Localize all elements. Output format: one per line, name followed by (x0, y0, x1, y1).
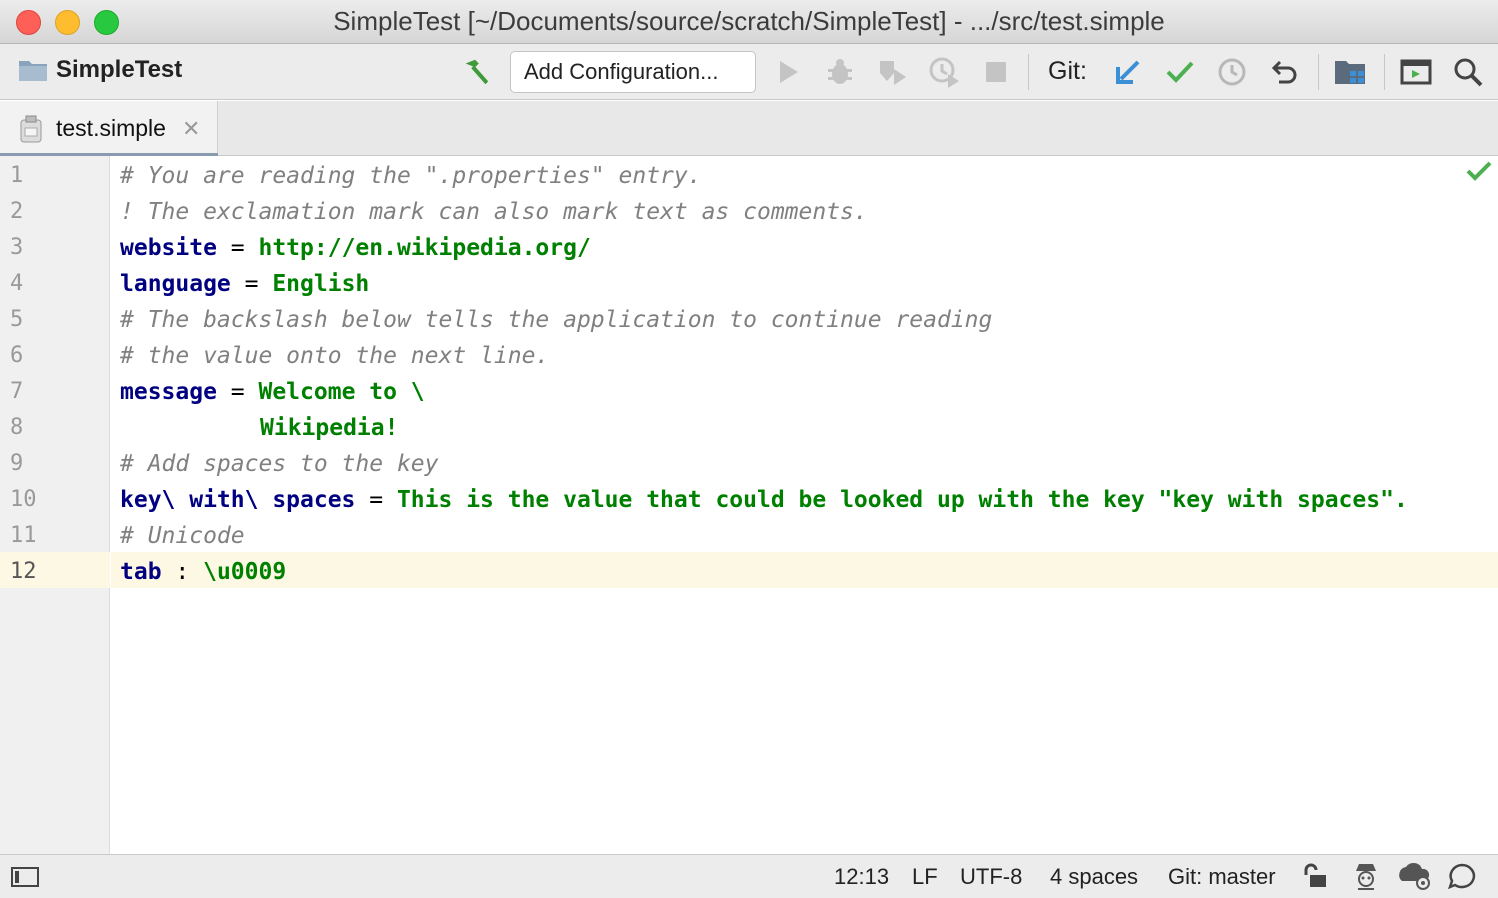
line-number: 7 (10, 379, 24, 404)
build-hammer-icon[interactable] (460, 56, 492, 88)
line-number: 12 (10, 559, 37, 584)
event-settings-icon[interactable] (1398, 861, 1432, 891)
comment-text: ! The exclamation mark can also mark tex… (120, 199, 868, 225)
tab-test-simple[interactable]: test.simple ✕ (0, 101, 218, 157)
tool-window-toggle-icon[interactable] (10, 865, 40, 889)
key-value-separator: = (216, 379, 259, 405)
toolbar-separator (1384, 54, 1385, 90)
line-number: 4 (10, 271, 24, 296)
line-number: 3 (10, 235, 24, 260)
stop-icon[interactable] (980, 56, 1012, 88)
key-value-separator: : (161, 559, 204, 585)
key-value-separator: = (230, 271, 273, 297)
main-toolbar: SimpleTest Add Configuration... Git: (0, 44, 1498, 100)
git-update-arrow-icon[interactable] (1112, 56, 1144, 88)
key-value-separator: = (355, 487, 397, 513)
git-commit-check-icon[interactable] (1164, 56, 1196, 88)
toolbar-separator (1028, 54, 1029, 90)
git-branch[interactable]: Git: master (1168, 864, 1276, 890)
property-value: Welcome to \ (258, 379, 425, 405)
inspection-ok-check-icon[interactable] (1466, 160, 1492, 182)
zoom-window-button[interactable] (94, 10, 119, 35)
line-number: 1 (10, 163, 24, 188)
property-value: This is the value that could be looked u… (396, 487, 1408, 513)
property-value: http://en.wikipedia.org/ (258, 235, 591, 261)
window-controls (16, 10, 119, 35)
close-tab-icon[interactable]: ✕ (182, 116, 200, 142)
property-key: key\ with\ spaces (120, 487, 356, 513)
file-icon (20, 115, 42, 142)
comment-text: # Add spaces to the key (120, 451, 439, 477)
git-history-clock-icon[interactable] (1216, 56, 1248, 88)
git-rollback-icon[interactable] (1268, 56, 1300, 88)
run-icon[interactable] (772, 56, 804, 88)
status-bar: 12:13 LF UTF-8 4 spaces Git: master (0, 854, 1498, 898)
code-line[interactable]: # You are reading the ".properties" entr… (120, 158, 702, 194)
window-title: SimpleTest [~/Documents/source/scratch/S… (333, 6, 1165, 36)
property-key: message (120, 379, 217, 405)
line-number: 2 (10, 199, 24, 224)
line-number: 6 (10, 343, 24, 368)
line-separator[interactable]: LF (912, 864, 938, 890)
title-bar: SimpleTest [~/Documents/source/scratch/S… (0, 0, 1498, 44)
code-line[interactable]: # The backslash below tells the applicat… (120, 302, 992, 338)
line-number: 10 (10, 487, 37, 512)
line-number: 11 (10, 523, 37, 548)
file-encoding[interactable]: UTF-8 (960, 864, 1022, 890)
current-line-highlight (111, 552, 1498, 588)
code-line[interactable]: ! The exclamation mark can also mark tex… (120, 194, 868, 230)
comment-text: # You are reading the ".properties" entr… (120, 163, 702, 189)
editor-tab-bar: test.simple ✕ (0, 101, 1498, 157)
code-line[interactable]: language = English (120, 266, 369, 302)
debug-bug-icon[interactable] (824, 56, 856, 88)
code-line[interactable]: # Unicode (120, 518, 245, 554)
tab-label: test.simple (56, 115, 166, 141)
line-number: 5 (10, 307, 24, 332)
run-with-coverage-icon[interactable] (876, 56, 908, 88)
code-line[interactable]: key\ with\ spaces = This is the value th… (120, 482, 1408, 518)
property-key: language (120, 271, 231, 297)
unlock-icon[interactable] (1302, 863, 1328, 889)
minimize-window-button[interactable] (55, 10, 80, 35)
line-number: 9 (10, 451, 24, 476)
project-name: SimpleTest (56, 56, 183, 83)
caret-position[interactable]: 12:13 (834, 864, 889, 890)
folder-icon (19, 61, 47, 81)
code-line[interactable]: message = Welcome to \ (120, 374, 425, 410)
notifications-bubble-icon[interactable] (1448, 863, 1476, 889)
search-icon[interactable] (1452, 56, 1484, 88)
code-line[interactable]: # Add spaces to the key (120, 446, 439, 482)
comment-text: # Unicode (120, 523, 245, 549)
git-label: Git: (1048, 57, 1087, 85)
code-line[interactable]: website = http://en.wikipedia.org/ (120, 230, 591, 266)
toolbar-separator (1318, 54, 1319, 90)
profile-icon[interactable] (928, 56, 960, 88)
project-breadcrumb[interactable]: SimpleTest (18, 56, 182, 84)
comment-text: # the value onto the next line. (120, 343, 550, 369)
comment-text: # The backslash below tells the applicat… (120, 307, 993, 333)
project-structure-icon[interactable] (1334, 56, 1366, 88)
code-line[interactable]: tab : \u0009 (120, 554, 286, 590)
property-value: English (272, 271, 370, 297)
code-line[interactable]: Wikipedia! (260, 410, 398, 446)
property-key: website (120, 235, 217, 261)
inspector-hat-icon[interactable] (1352, 861, 1380, 891)
indent-setting[interactable]: 4 spaces (1050, 864, 1138, 890)
add-configuration-button[interactable]: Add Configuration... (510, 51, 756, 93)
run-anything-icon[interactable] (1400, 56, 1432, 88)
code-editor[interactable]: 1 2 3 4 5 6 7 8 9 10 11 12 # You are reading the ".… (0, 156, 1498, 854)
key-value-separator: = (216, 235, 259, 261)
close-window-button[interactable] (16, 10, 41, 35)
property-key: tab (120, 559, 162, 585)
ide-window: SimpleTest [~/Documents/source/scratch/S… (0, 0, 1498, 898)
property-value: \u0009 (203, 559, 287, 585)
property-value: Wikipedia! (260, 415, 399, 441)
code-line[interactable]: # the value onto the next line. (120, 338, 549, 374)
line-number: 8 (10, 415, 24, 440)
